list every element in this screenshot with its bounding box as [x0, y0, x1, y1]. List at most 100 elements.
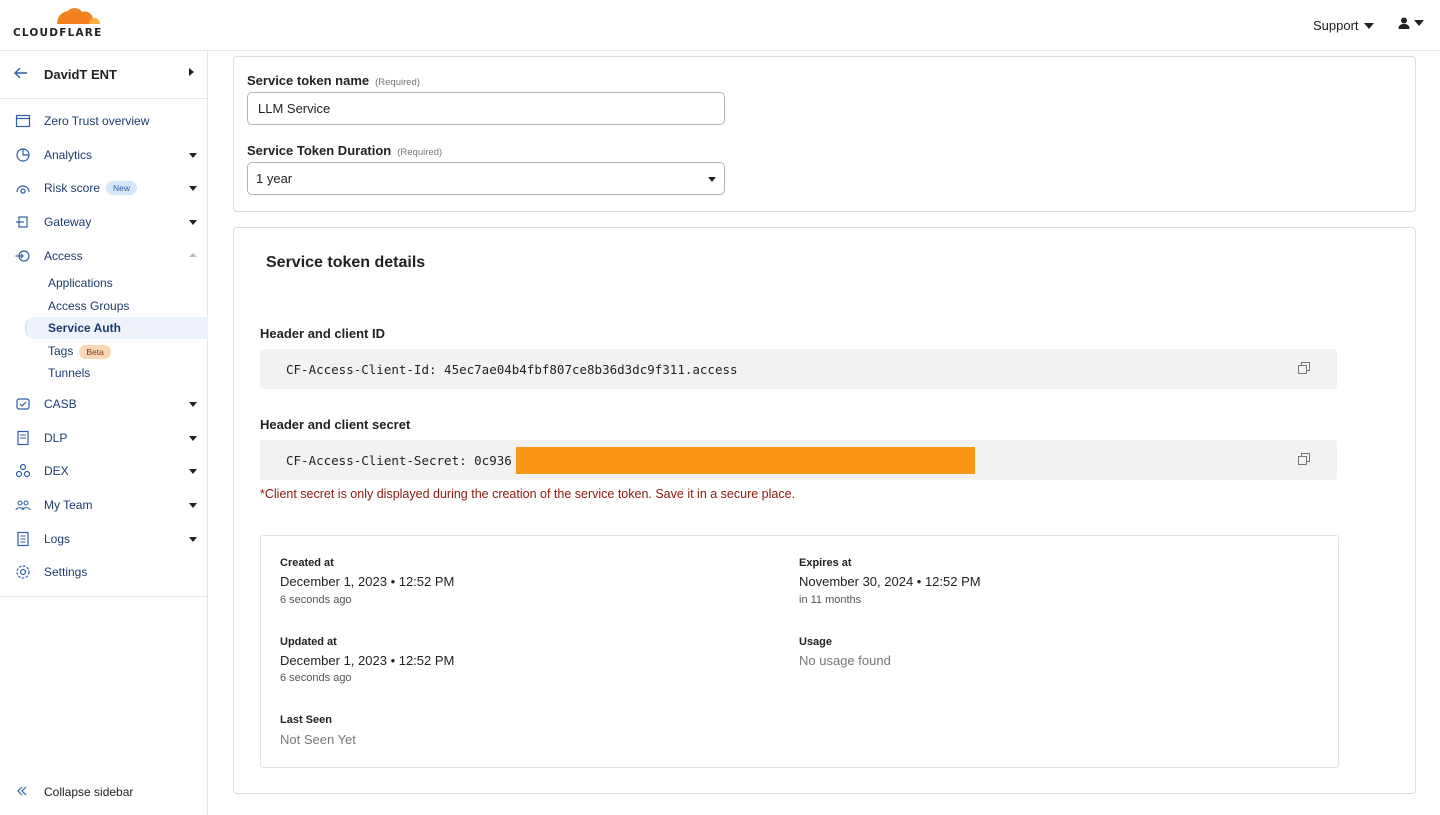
sidebar-item-label: Analytics: [44, 148, 93, 162]
settings-icon: [16, 565, 30, 579]
sidebar-item-access[interactable]: Access: [0, 242, 207, 270]
caret-down-icon: [189, 537, 197, 542]
sidebar-item-label: Settings: [44, 565, 88, 579]
sidebar-item-label: Risk score New: [44, 180, 138, 196]
top-bar: CLOUDFLARE Support: [0, 0, 1440, 51]
casb-icon: [16, 398, 30, 410]
client-secret-value[interactable]: CF-Access-Client-Secret: 0c936: [286, 453, 512, 468]
team-icon: [15, 500, 31, 511]
caret-down-icon: [189, 402, 197, 407]
last-seen-value: Not Seen Yet: [280, 732, 356, 747]
token-name-label: Service token name (Required): [247, 73, 420, 88]
token-form-card: Service token name (Required) LLM Service…: [233, 56, 1416, 212]
account-switcher[interactable]: DavidT ENT: [0, 51, 207, 99]
sidebar-subitem-tags[interactable]: Tags Beta: [48, 344, 111, 359]
expires-at-label: Expires at: [799, 557, 852, 569]
updated-at-relative: 6 seconds ago: [280, 672, 352, 684]
copy-icon[interactable]: [1298, 362, 1310, 374]
account-name: DavidT ENT: [44, 67, 117, 82]
sidebar-item-label: DEX: [44, 464, 69, 478]
token-duration-label: Service Token Duration (Required): [247, 143, 442, 158]
caret-down-icon: [189, 503, 197, 508]
token-duration-value: 1 year: [256, 171, 293, 186]
created-at-label: Created at: [280, 557, 334, 569]
token-duration-select[interactable]: 1 year: [247, 162, 725, 195]
usage-value: No usage found: [799, 653, 891, 668]
sidebar-item-label: CASB: [44, 397, 77, 411]
copy-icon[interactable]: [1298, 453, 1310, 465]
caret-down-icon: [189, 220, 197, 225]
sidebar-item-label: Zero Trust overview: [44, 114, 150, 128]
sidebar: DavidT ENT Zero Trust overview Analytics…: [0, 51, 208, 815]
client-id-value[interactable]: CF-Access-Client-Id: 45ec7ae04b4fbf807ce…: [286, 362, 738, 377]
chevron-right-icon: [189, 68, 194, 76]
caret-down-icon: [189, 436, 197, 441]
last-seen-label: Last Seen: [280, 714, 332, 726]
sidebar-subitem-service-auth[interactable]: Service Auth: [48, 321, 121, 335]
back-arrow-icon[interactable]: [14, 66, 28, 80]
required-hint: (Required): [397, 147, 443, 158]
support-menu[interactable]: Support: [1313, 18, 1374, 33]
sidebar-item-casb[interactable]: CASB: [0, 390, 207, 418]
created-at-value: December 1, 2023 • 12:52 PM: [280, 574, 455, 589]
client-secret-box: CF-Access-Client-Secret: 0c936: [260, 440, 1337, 480]
caret-down-icon: [189, 153, 197, 158]
collapse-sidebar-label: Collapse sidebar: [44, 785, 134, 799]
caret-down-icon: [708, 177, 716, 182]
details-title: Service token details: [266, 254, 426, 271]
token-duration-label-text: Service Token Duration: [247, 143, 392, 158]
sidebar-subitem-applications[interactable]: Applications: [48, 276, 113, 290]
double-chevron-left-icon: [17, 786, 27, 796]
required-hint: (Required): [375, 77, 421, 88]
risk-score-label: Risk score: [44, 180, 101, 195]
collapse-sidebar-button[interactable]: Collapse sidebar: [0, 778, 207, 806]
sidebar-item-label: Access: [44, 249, 83, 263]
usage-label: Usage: [799, 636, 833, 648]
dex-icon: [15, 463, 31, 478]
new-badge: New: [106, 181, 138, 196]
sidebar-item-risk-score[interactable]: Risk score New: [0, 174, 207, 202]
analytics-icon: [16, 148, 30, 162]
client-secret-warning: *Client secret is only displayed during …: [260, 487, 796, 501]
sidebar-item-label: Gateway: [44, 215, 92, 229]
logo-text: CLOUDFLARE: [13, 27, 103, 39]
redaction-block: [516, 447, 975, 474]
access-icon: [15, 250, 30, 262]
cloud-icon: [57, 8, 100, 24]
beta-badge: Beta: [79, 344, 111, 359]
caret-down-icon: [1363, 22, 1374, 29]
sidebar-subitem-tunnels[interactable]: Tunnels: [48, 366, 90, 380]
sidebar-item-settings[interactable]: Settings: [0, 558, 207, 586]
token-metadata-panel: Created at December 1, 2023 • 12:52 PM 6…: [260, 535, 1339, 768]
user-menu[interactable]: [1398, 17, 1424, 29]
token-name-label-text: Service token name: [247, 73, 370, 88]
sidebar-subitem-access-groups[interactable]: Access Groups: [48, 299, 129, 313]
token-details-card: Service token details Header and client …: [233, 227, 1416, 794]
dlp-icon: [17, 430, 29, 446]
caret-down-icon: [1414, 20, 1424, 26]
token-name-input[interactable]: LLM Service: [247, 92, 725, 125]
sidebar-item-analytics[interactable]: Analytics: [0, 141, 207, 169]
client-secret-label: Header and client secret: [260, 417, 411, 432]
gateway-icon: [16, 216, 28, 228]
updated-at-label: Updated at: [280, 636, 337, 648]
client-id-box: CF-Access-Client-Id: 45ec7ae04b4fbf807ce…: [260, 349, 1337, 389]
cloudflare-logo[interactable]: CLOUDFLARE: [13, 7, 103, 41]
expires-at-value: November 30, 2024 • 12:52 PM: [799, 574, 981, 589]
client-id-label: Header and client ID: [260, 326, 385, 341]
overview-icon: [15, 114, 31, 128]
risk-score-icon: [16, 185, 30, 194]
sidebar-item-overview[interactable]: Zero Trust overview: [0, 107, 207, 135]
sidebar-item-gateway[interactable]: Gateway: [0, 208, 207, 236]
caret-down-icon: [189, 469, 197, 474]
sidebar-divider: [0, 596, 207, 597]
sidebar-item-my-team[interactable]: My Team: [0, 491, 207, 519]
sidebar-item-label: Logs: [44, 532, 71, 546]
user-icon: [1398, 17, 1410, 29]
sidebar-item-logs[interactable]: Logs: [0, 525, 207, 553]
sidebar-item-label: My Team: [44, 498, 93, 512]
sidebar-item-dlp[interactable]: DLP: [0, 424, 207, 452]
sidebar-item-dex[interactable]: DEX: [0, 457, 207, 485]
expires-at-relative: in 11 months: [799, 594, 862, 606]
logs-icon: [17, 531, 29, 547]
